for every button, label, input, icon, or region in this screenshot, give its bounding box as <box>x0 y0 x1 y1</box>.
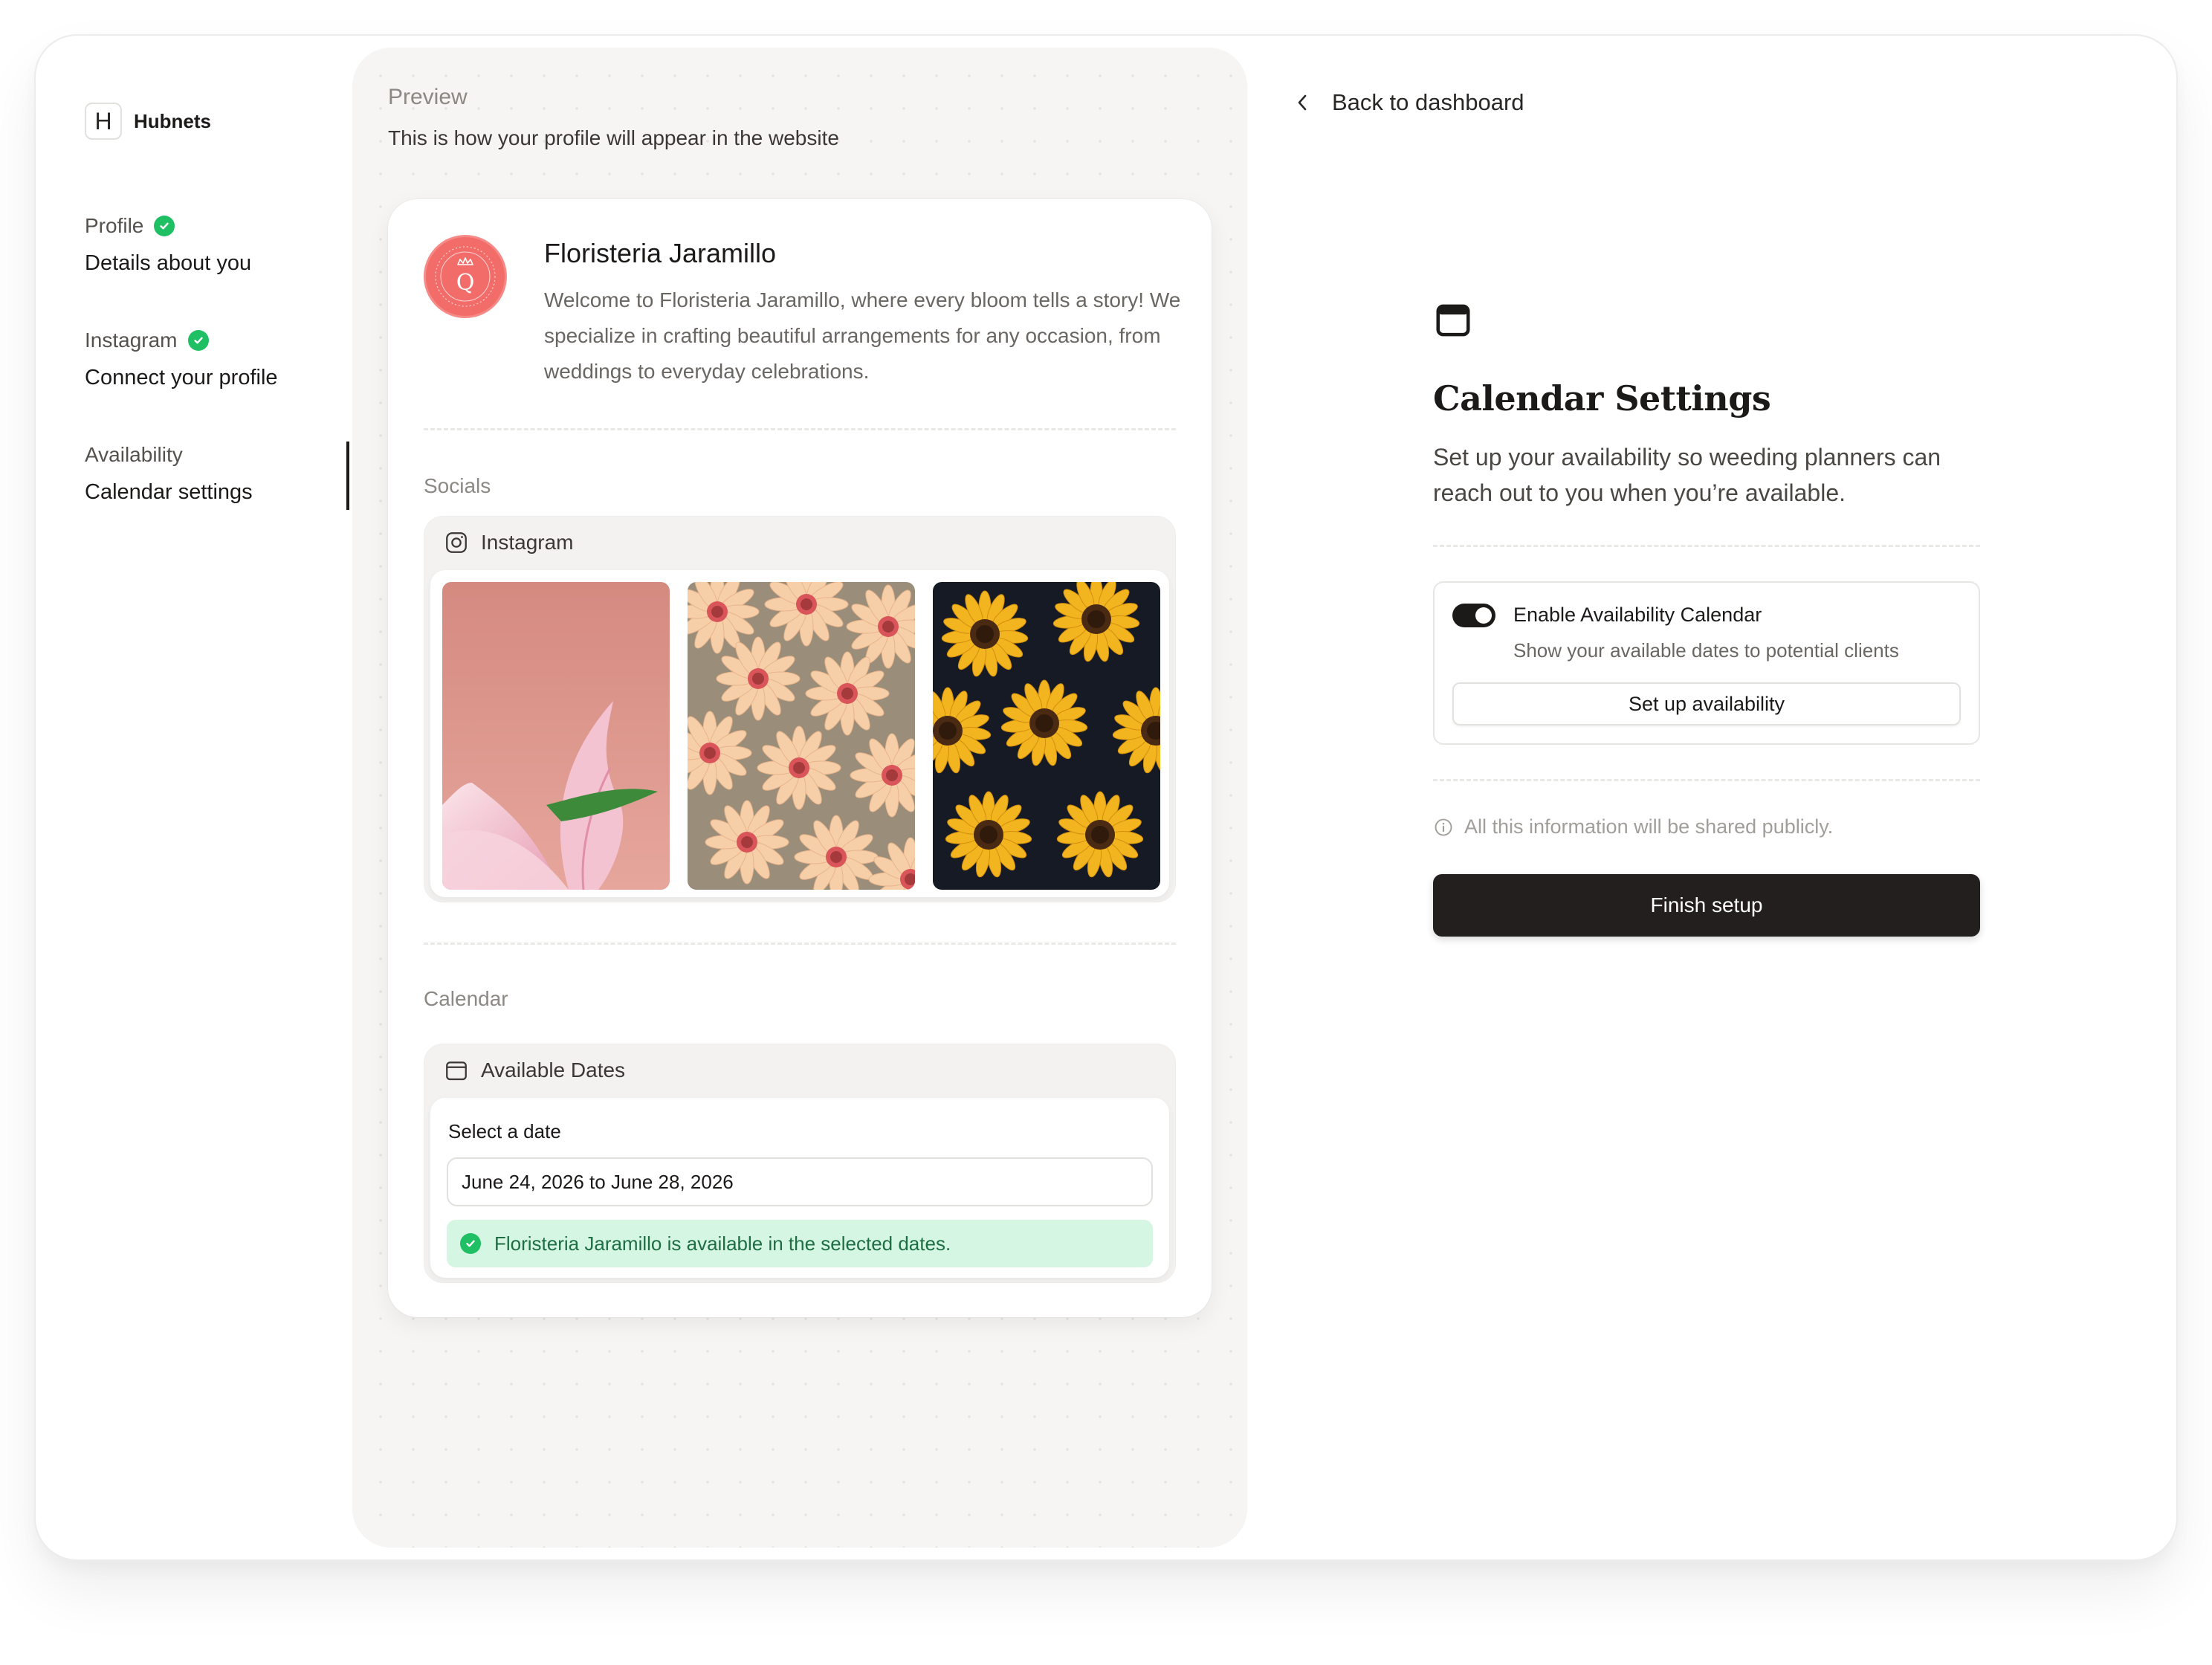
business-name: Floristeria Jaramillo <box>544 238 777 268</box>
step-title-row: Profile <box>85 214 278 238</box>
socials-label: Socials <box>424 474 491 497</box>
step-subtitle: Details about you <box>85 251 252 275</box>
instagram-photos <box>430 570 1169 897</box>
calendar-label: Calendar <box>424 987 508 1010</box>
calendar-icon <box>446 1061 467 1081</box>
step-title: Instagram <box>85 329 178 352</box>
settings-title: Calendar Settings <box>1433 378 1771 418</box>
public-note-text: All this information will be shared publ… <box>1464 815 1834 838</box>
toggle-knob <box>1475 607 1492 624</box>
active-step-indicator <box>346 442 349 510</box>
toggle-subtitle: Show your available dates to potential c… <box>1513 639 1899 662</box>
availability-status-banner: Floristeria Jaramillo is available in th… <box>447 1220 1153 1267</box>
instagram-card: Instagram <box>424 516 1176 902</box>
settings-description: Set up your availability so weeding plan… <box>1433 444 1941 506</box>
step-title-row: Availability <box>85 443 278 467</box>
step-title: Profile <box>85 214 144 237</box>
check-circle-icon <box>460 1233 481 1254</box>
step-subtitle: Connect your profile <box>85 366 278 389</box>
preview-panel: Preview This is how your profile will ap… <box>352 48 1247 1548</box>
check-circle-icon <box>187 330 209 351</box>
available-dates-title: Available Dates <box>481 1058 626 1082</box>
info-icon <box>1435 818 1452 835</box>
brand-name: Hubnets <box>134 109 211 132</box>
profile-preview-card: Q Floristeria Jaramillo Welcome to Flori… <box>388 199 1212 1317</box>
select-date-label: Select a date <box>448 1120 561 1142</box>
divider <box>424 943 1176 945</box>
brand-logo: H <box>85 103 122 140</box>
logo-letter: Q <box>456 270 475 296</box>
available-dates-card: Available Dates Select a date June 24, 2… <box>424 1044 1176 1283</box>
business-description: Welcome to Floristeria Jaramillo, where … <box>544 288 1181 383</box>
date-picker-panel: Select a date June 24, 2026 to June 28, … <box>430 1098 1169 1278</box>
pink-lily-photo[interactable] <box>442 582 670 890</box>
yellow-sunflowers-photo[interactable] <box>933 582 1160 890</box>
step-title: Availability <box>85 443 183 466</box>
back-label: Back to dashboard <box>1332 89 1524 115</box>
available-dates-header: Available Dates <box>444 1058 625 1083</box>
calendar-settings-panel: Calendar Settings Set up your availabili… <box>1433 300 1980 937</box>
peach-daisies-photo[interactable] <box>688 582 915 890</box>
step-title-row: Instagram <box>85 329 278 352</box>
availability-calendar-card: Enable Availability Calendar Show your a… <box>1433 581 1980 745</box>
sidebar: H Hubnets Profile Details about you Inst… <box>36 36 352 1559</box>
divider <box>1433 779 1980 781</box>
app-window: H Hubnets Profile Details about you Inst… <box>36 36 2176 1559</box>
chevron-left-icon <box>1298 94 1307 111</box>
toggle-title: Enable Availability Calendar <box>1513 604 1762 626</box>
check-circle-icon <box>154 216 175 236</box>
back-to-dashboard-link[interactable]: Back to dashboard <box>1295 89 1524 116</box>
calendar-icon <box>1436 304 1470 337</box>
set-up-availability-button[interactable]: Set up availability <box>1452 682 1961 725</box>
instagram-label: Instagram <box>481 531 574 554</box>
enable-availability-toggle[interactable] <box>1452 604 1495 627</box>
instagram-icon <box>446 532 467 553</box>
business-logo: Q <box>424 235 507 318</box>
instagram-card-header: Instagram <box>444 530 574 555</box>
finish-setup-button[interactable]: Finish setup <box>1433 874 1980 937</box>
public-info-note: All this information will be shared publ… <box>1433 815 1980 838</box>
date-range-input[interactable]: June 24, 2026 to June 28, 2026 <box>447 1157 1153 1206</box>
step-profile[interactable]: Profile Details about you <box>85 214 278 329</box>
preview-subtitle: This is how your profile will appear in … <box>388 126 839 149</box>
step-instagram[interactable]: Instagram Connect your profile <box>85 329 278 443</box>
preview-header: Preview This is how your profile will ap… <box>388 85 839 150</box>
divider <box>1433 545 1980 547</box>
preview-title: Preview <box>388 85 468 109</box>
brand[interactable]: H Hubnets <box>85 103 211 140</box>
availability-message: Floristeria Jaramillo is available in th… <box>494 1232 951 1255</box>
divider <box>424 428 1176 430</box>
setup-steps: Profile Details about you Instagram Conn… <box>85 214 278 557</box>
step-availability[interactable]: Availability Calendar settings <box>85 443 278 557</box>
step-subtitle: Calendar settings <box>85 480 253 504</box>
